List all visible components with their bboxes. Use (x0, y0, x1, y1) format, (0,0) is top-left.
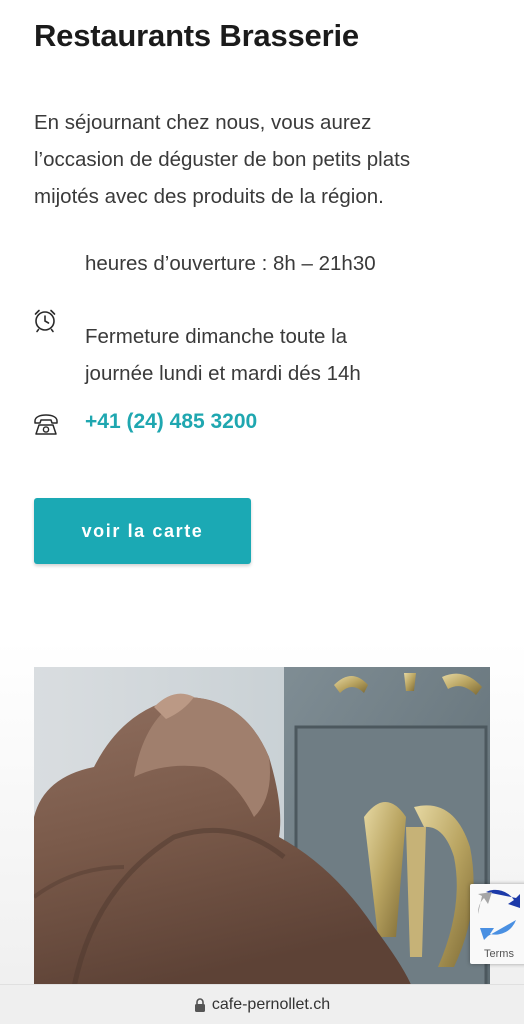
browser-address-bar[interactable]: cafe-pernollet.ch (0, 984, 524, 1024)
intro-paragraph: En séjournant chez nous, vous aurez l’oc… (34, 104, 494, 215)
recaptcha-badge[interactable]: Terms (470, 884, 524, 964)
intro-line: l’occasion de déguster de bon petits pla… (34, 148, 411, 171)
telephone-icon (34, 414, 58, 435)
opening-hours-text: heures d’ouverture : 8h – 21h30 (85, 252, 376, 275)
alarm-clock-icon (34, 309, 56, 333)
lock-icon (194, 997, 205, 1012)
closing-days-text: Fermeture dimanche toute la journée lund… (85, 318, 361, 392)
intro-line: mijotés avec des produits de la région. (34, 185, 384, 208)
phone-number-link[interactable]: +41 (24) 485 3200 (85, 410, 257, 434)
view-menu-button[interactable]: voir la carte (34, 498, 251, 564)
recaptcha-terms-link[interactable]: Terms (484, 948, 514, 960)
closing-line: Fermeture dimanche toute la (85, 325, 348, 348)
closing-line: journée lundi et mardi dés 14h (85, 362, 361, 385)
monk-photo (34, 667, 490, 987)
recaptcha-icon (477, 889, 520, 940)
url-text: cafe-pernollet.ch (211, 995, 331, 1013)
page-title: Restaurants Brasserie (34, 18, 359, 53)
intro-line: En séjournant chez nous, vous aurez (34, 111, 372, 134)
